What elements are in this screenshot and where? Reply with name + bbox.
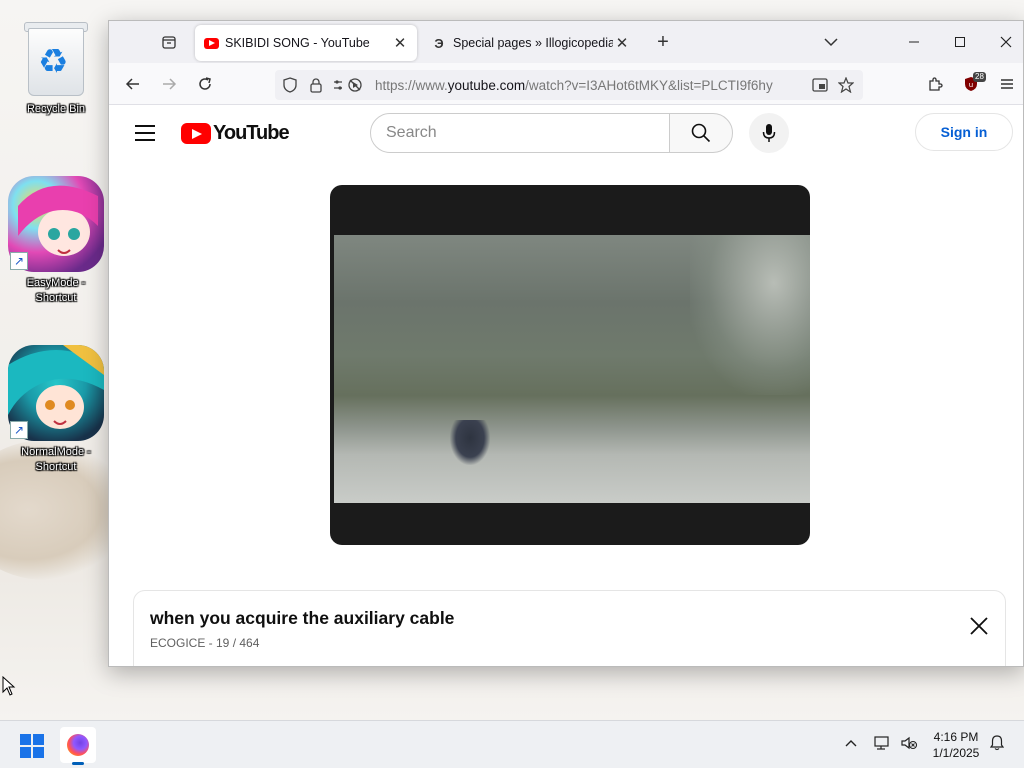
search-icon [691, 123, 711, 143]
desktop-icon-label: EasyMode - Shortcut [26, 277, 86, 304]
youtube-logo[interactable]: YouTube [181, 122, 290, 145]
ublock-extension-button[interactable]: u 28 [957, 71, 986, 97]
desktop-icon-normalmode[interactable]: ↗ NormalMode - Shortcut [8, 345, 104, 475]
hamburger-menu-icon [1001, 79, 1013, 89]
back-button[interactable] [119, 71, 147, 97]
desktop-icon-label: NormalMode - Shortcut [21, 446, 91, 473]
search-placeholder: Search [386, 124, 437, 141]
forward-arrow-icon [163, 78, 177, 90]
tab-close-icon[interactable]: ✕ [391, 34, 409, 52]
tab-title: Special pages » Illogicopedia - T [453, 36, 613, 50]
tab-title: SKIBIDI SONG - YouTube [225, 36, 370, 50]
firefox-view-icon [162, 36, 176, 49]
close-icon [970, 617, 988, 635]
reload-icon [199, 77, 211, 90]
microphone-icon [762, 124, 776, 142]
sign-in-label: Sign in [940, 124, 988, 140]
address-bar[interactable]: https://www.youtube.com/watch?v=I3AHot6t… [275, 70, 863, 100]
list-all-tabs-button[interactable] [819, 30, 843, 54]
app-menu-button[interactable] [993, 71, 1021, 97]
video-player[interactable] [330, 185, 810, 545]
close-window-button[interactable] [991, 30, 1021, 54]
back-arrow-icon [125, 78, 139, 90]
minimize-button[interactable] [899, 30, 929, 54]
firefox-view-button[interactable] [157, 30, 181, 54]
recycle-bin-icon: ♻ [20, 14, 92, 98]
playlist-position: ECOGICE - 19 / 464 [150, 636, 260, 650]
youtube-logo-text: YouTube [213, 122, 290, 144]
close-playlist-button[interactable] [967, 614, 991, 638]
reload-button[interactable] [191, 71, 219, 97]
tab-close-icon[interactable]: ✕ [613, 34, 631, 52]
tab-illogicopedia[interactable]: Э Special pages » Illogicopedia - T ✕ [423, 25, 639, 61]
maximize-icon [955, 37, 965, 47]
youtube-favicon-icon [203, 35, 219, 51]
notifications-button[interactable] [989, 735, 1005, 754]
minimize-icon [909, 41, 919, 43]
search-button[interactable] [669, 113, 733, 153]
voice-search-button[interactable] [749, 113, 789, 153]
youtube-play-logo-icon [181, 123, 211, 144]
normalmode-app-icon: ↗ [8, 345, 104, 441]
illogicopedia-favicon-icon: Э [434, 35, 444, 51]
chevron-down-icon [824, 38, 838, 47]
firefox-window: SKIBIDI SONG - YouTube ✕ Э Special pages… [108, 20, 1024, 667]
mouse-cursor-icon [2, 676, 16, 696]
close-icon [1000, 36, 1012, 48]
tracking-protection-shield-icon[interactable] [277, 70, 303, 100]
show-hidden-icons-button[interactable] [844, 735, 858, 751]
url-text[interactable]: https://www.youtube.com/watch?v=I3AHot6t… [369, 78, 807, 93]
maximize-button[interactable] [945, 30, 975, 54]
picture-in-picture-icon[interactable] [807, 70, 833, 100]
permissions-autoplay-blocked-icon[interactable] [329, 70, 369, 100]
system-clock[interactable]: 4:16 PM 1/1/2025 [926, 729, 986, 761]
desktop-icon-recycle-bin[interactable]: ♻ Recycle Bin [8, 14, 104, 117]
youtube-page: YouTube Search Sign in when you acquire … [109, 105, 1023, 666]
firefox-icon [67, 734, 89, 756]
navigation-toolbar: https://www.youtube.com/watch?v=I3AHot6t… [109, 63, 1023, 105]
chevron-up-icon [845, 740, 857, 747]
bookmark-star-icon[interactable] [833, 70, 859, 100]
easymode-app-icon: ↗ [8, 176, 104, 272]
windows-logo-icon [20, 734, 31, 745]
forward-button[interactable] [155, 71, 183, 97]
shortcut-arrow-icon: ↗ [10, 252, 28, 270]
tab-strip: SKIBIDI SONG - YouTube ✕ Э Special pages… [109, 21, 1023, 63]
volume-muted-icon[interactable] [900, 735, 918, 754]
clock-time: 4:16 PM [933, 730, 979, 744]
start-button[interactable] [20, 734, 44, 758]
new-tab-button[interactable]: + [651, 30, 675, 54]
video-frame [334, 235, 810, 503]
windows-taskbar: 4:16 PM 1/1/2025 [0, 720, 1024, 768]
desktop-icon-label: Recycle Bin [26, 103, 86, 115]
playlist-video-title[interactable]: when you acquire the auxiliary cable [150, 608, 454, 629]
youtube-guide-menu-button[interactable] [135, 125, 155, 141]
bell-icon [989, 735, 1005, 751]
shortcut-arrow-icon: ↗ [10, 421, 28, 439]
desktop-icon-easymode[interactable]: ↗ EasyMode - Shortcut [8, 176, 104, 306]
svg-text:u: u [969, 81, 973, 89]
sign-in-button[interactable]: Sign in [915, 113, 1013, 151]
puzzle-piece-icon [929, 77, 943, 91]
network-icon[interactable] [874, 735, 892, 754]
taskbar-firefox-button[interactable] [60, 727, 96, 765]
playlist-info-card: when you acquire the auxiliary cable ECO… [133, 590, 1006, 666]
search-input[interactable]: Search [370, 113, 670, 153]
tab-youtube[interactable]: SKIBIDI SONG - YouTube ✕ [195, 25, 417, 61]
clock-date: 1/1/2025 [932, 746, 980, 760]
lock-icon[interactable] [303, 70, 329, 100]
extensions-button[interactable] [921, 71, 949, 97]
extension-badge-count: 28 [973, 72, 986, 82]
